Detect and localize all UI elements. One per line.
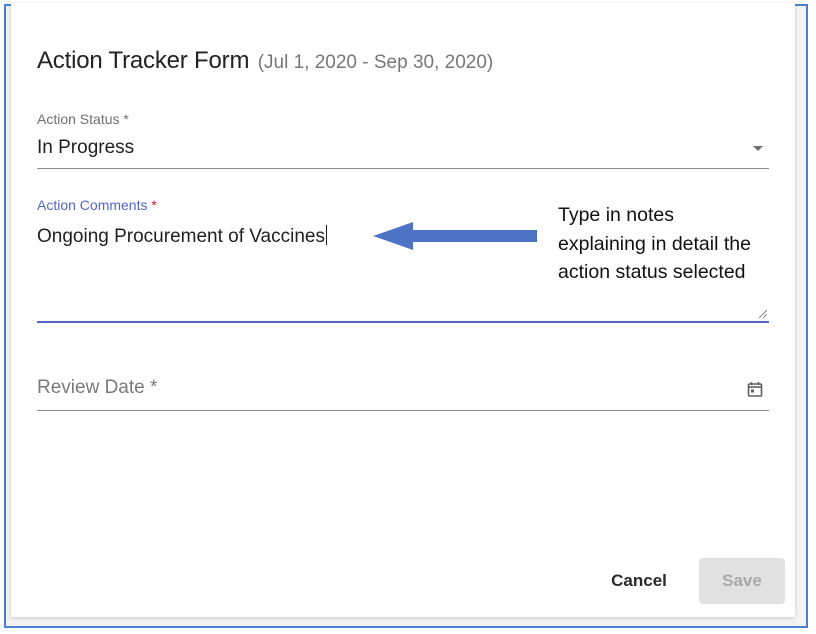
action-comments-value: Ongoing Procurement of Vaccines bbox=[37, 225, 327, 248]
date-range: (Jul 1, 2020 - Sep 30, 2020) bbox=[257, 52, 494, 73]
action-status-select[interactable]: In Progress bbox=[37, 133, 769, 169]
text-cursor bbox=[325, 225, 327, 245]
annotation-line: action status selected bbox=[558, 261, 746, 283]
action-tracker-dialog: Action Tracker Form (Jul 1, 2020 - Sep 3… bbox=[11, 3, 795, 617]
action-status-label: Action Status * bbox=[37, 111, 129, 127]
required-marker: * bbox=[151, 197, 157, 213]
annotation-line: Type in notes bbox=[558, 204, 674, 226]
chevron-down-icon bbox=[753, 146, 763, 151]
annotation-note: Type in notes explaining in detail the a… bbox=[558, 201, 798, 287]
action-comments-value-text: Ongoing Procurement of Vaccines bbox=[37, 226, 325, 247]
action-comments-label-text: Action Comments bbox=[37, 197, 148, 213]
review-date-placeholder: Review Date * bbox=[37, 377, 158, 398]
action-comments-label: Action Comments * bbox=[37, 197, 157, 213]
action-status-value: In Progress bbox=[37, 137, 135, 158]
review-date-field[interactable]: Review Date * bbox=[37, 369, 769, 411]
calendar-icon[interactable] bbox=[747, 381, 763, 397]
annotation-arrow bbox=[373, 222, 537, 250]
cancel-button[interactable]: Cancel bbox=[599, 559, 679, 603]
annotation-line: explaining in detail the bbox=[558, 232, 751, 255]
dialog-title: Action Tracker Form bbox=[37, 47, 250, 74]
resize-handle-icon[interactable] bbox=[757, 308, 767, 318]
dialog-header: Action Tracker Form (Jul 1, 2020 - Sep 3… bbox=[37, 47, 493, 75]
save-button[interactable]: Save bbox=[699, 558, 785, 604]
